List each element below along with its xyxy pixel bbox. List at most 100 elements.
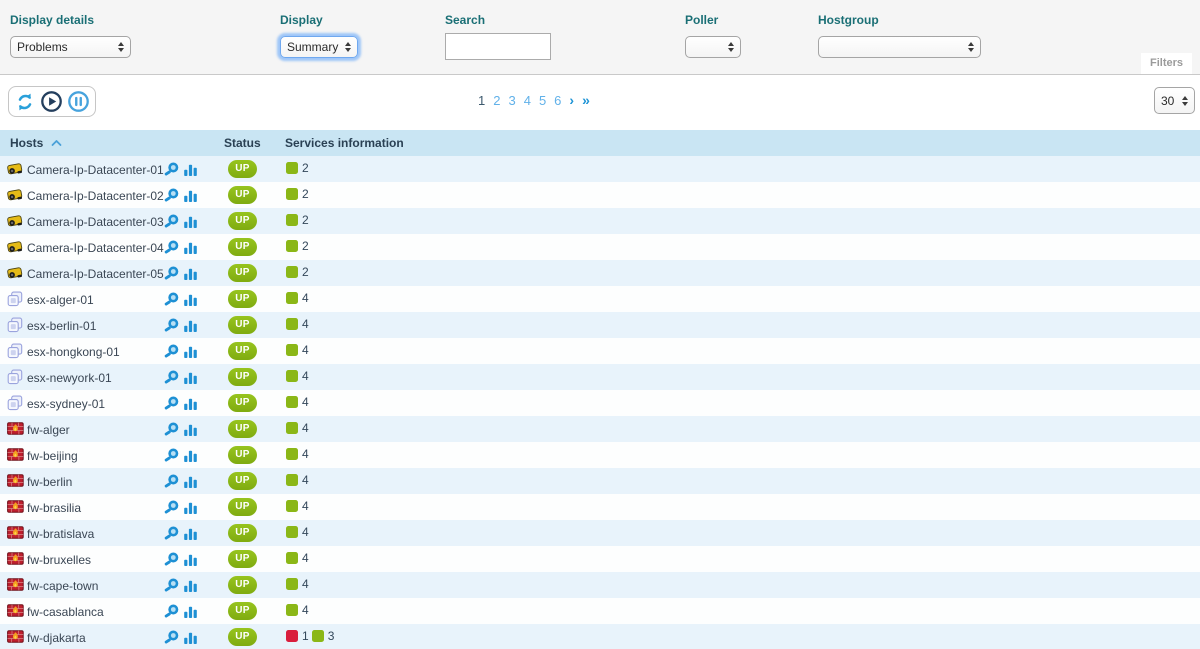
page-2[interactable]: 2 (493, 93, 500, 108)
host-name[interactable]: Camera-Ip-Datacenter-05 (27, 267, 164, 281)
poller-select[interactable] (685, 36, 741, 58)
chart-icon[interactable] (183, 447, 198, 468)
service-count-square-green[interactable] (286, 526, 298, 538)
host-name[interactable]: Camera-Ip-Datacenter-01 (27, 163, 164, 177)
column-hosts[interactable]: Hosts (10, 136, 62, 150)
chart-icon[interactable] (183, 317, 198, 338)
service-count-square-green[interactable] (286, 552, 298, 564)
chart-icon[interactable] (183, 603, 198, 624)
display-details-select[interactable]: Problems (10, 36, 131, 58)
service-count-square-green[interactable] (286, 292, 298, 304)
host-name[interactable]: fw-cape-town (27, 579, 98, 593)
magnifier-icon[interactable] (164, 239, 180, 260)
host-name[interactable]: esx-sydney-01 (27, 397, 105, 411)
service-count-square-green[interactable] (286, 448, 298, 460)
magnifier-icon[interactable] (164, 265, 180, 286)
sort-asc-icon[interactable] (51, 139, 62, 147)
host-name[interactable]: esx-berlin-01 (27, 319, 96, 333)
service-count-square-green[interactable] (286, 370, 298, 382)
host-name[interactable]: Camera-Ip-Datacenter-02 (27, 189, 164, 203)
host-name[interactable]: fw-djakarta (27, 631, 86, 645)
service-count-square-red[interactable] (286, 630, 298, 642)
chart-icon[interactable] (183, 343, 198, 364)
chart-icon[interactable] (183, 499, 198, 520)
play-icon[interactable] (40, 90, 63, 113)
chart-icon[interactable] (183, 421, 198, 442)
host-name[interactable]: fw-casablanca (27, 605, 104, 619)
refresh-icon[interactable] (14, 91, 36, 113)
last-page-arrow[interactable]: » (582, 92, 590, 108)
column-services[interactable]: Services information (285, 136, 404, 150)
display-select[interactable]: Summary (280, 36, 358, 58)
pause-icon[interactable] (67, 90, 90, 113)
host-name[interactable]: fw-berlin (27, 475, 72, 489)
service-count-square-green[interactable] (286, 240, 298, 252)
host-name[interactable]: fw-bruxelles (27, 553, 91, 567)
chart-icon[interactable] (183, 161, 198, 182)
chart-icon[interactable] (183, 369, 198, 390)
filters-tab[interactable]: Filters (1141, 53, 1192, 74)
magnifier-icon[interactable] (164, 161, 180, 182)
host-name[interactable]: Camera-Ip-Datacenter-03 (27, 215, 164, 229)
host-name[interactable]: fw-brasilia (27, 501, 81, 515)
host-name[interactable]: esx-newyork-01 (27, 371, 112, 385)
service-count-square-green[interactable] (286, 214, 298, 226)
service-count-square-green[interactable] (286, 344, 298, 356)
column-status[interactable]: Status (224, 136, 261, 150)
magnifier-icon[interactable] (164, 395, 180, 416)
magnifier-icon[interactable] (164, 291, 180, 312)
page-3[interactable]: 3 (508, 93, 515, 108)
chart-icon[interactable] (183, 291, 198, 312)
host-name[interactable]: esx-alger-01 (27, 293, 94, 307)
service-count-square-green[interactable] (286, 188, 298, 200)
chart-icon[interactable] (183, 265, 198, 286)
magnifier-icon[interactable] (164, 317, 180, 338)
chart-icon[interactable] (183, 525, 198, 546)
chart-icon[interactable] (183, 629, 198, 649)
magnifier-icon[interactable] (164, 525, 180, 546)
page-6[interactable]: 6 (554, 93, 561, 108)
service-count-square-green[interactable] (286, 422, 298, 434)
service-count-square-green[interactable] (312, 630, 324, 642)
magnifier-icon[interactable] (164, 577, 180, 598)
chart-icon[interactable] (183, 473, 198, 494)
service-count-square-green[interactable] (286, 266, 298, 278)
service-count-square-green[interactable] (286, 474, 298, 486)
magnifier-icon[interactable] (164, 629, 180, 649)
chart-icon[interactable] (183, 213, 198, 234)
service-count-square-green[interactable] (286, 500, 298, 512)
service-count-square-green[interactable] (286, 578, 298, 590)
host-name[interactable]: fw-alger (27, 423, 70, 437)
magnifier-icon[interactable] (164, 603, 180, 624)
magnifier-icon[interactable] (164, 473, 180, 494)
chart-icon[interactable] (183, 239, 198, 260)
service-count-square-green[interactable] (286, 604, 298, 616)
chart-icon[interactable] (183, 395, 198, 416)
magnifier-icon[interactable] (164, 421, 180, 442)
status-badge: UP (228, 394, 257, 412)
magnifier-icon[interactable] (164, 213, 180, 234)
magnifier-icon[interactable] (164, 187, 180, 208)
service-count-square-green[interactable] (286, 318, 298, 330)
page-5[interactable]: 5 (539, 93, 546, 108)
service-count-square-green[interactable] (286, 396, 298, 408)
magnifier-icon[interactable] (164, 343, 180, 364)
service-count-square-green[interactable] (286, 162, 298, 174)
host-name[interactable]: fw-beijing (27, 449, 78, 463)
hostgroup-select[interactable] (818, 36, 981, 58)
magnifier-icon[interactable] (164, 551, 180, 572)
search-input[interactable] (445, 33, 551, 60)
page-4[interactable]: 4 (524, 93, 531, 108)
host-name[interactable]: Camera-Ip-Datacenter-04 (27, 241, 164, 255)
chart-icon[interactable] (183, 551, 198, 572)
per-page-select[interactable]: 30 (1154, 87, 1195, 114)
next-page-arrow[interactable]: › (569, 92, 574, 108)
magnifier-icon[interactable] (164, 499, 180, 520)
magnifier-icon[interactable] (164, 447, 180, 468)
chart-icon[interactable] (183, 577, 198, 598)
host-name[interactable]: fw-bratislava (27, 527, 94, 541)
page-1[interactable]: 1 (478, 93, 485, 108)
magnifier-icon[interactable] (164, 369, 180, 390)
chart-icon[interactable] (183, 187, 198, 208)
host-name[interactable]: esx-hongkong-01 (27, 345, 120, 359)
